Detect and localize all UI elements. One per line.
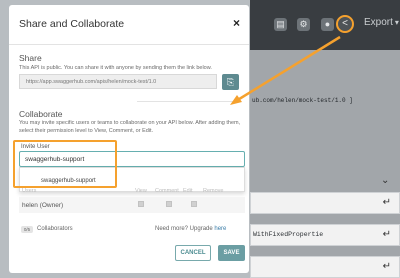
chevron-down-icon: ▾ bbox=[394, 18, 399, 27]
modal-title: Share and Collaborate bbox=[19, 18, 125, 30]
share-collaborate-modal: Share and Collaborate × Share This API i… bbox=[9, 5, 249, 273]
return-icon[interactable]: ↵ bbox=[383, 261, 391, 272]
save-button[interactable]: SAVE bbox=[218, 245, 245, 261]
export-label: Export bbox=[364, 17, 393, 28]
upgrade-text: Need more? Upgrade here bbox=[155, 226, 226, 232]
operation-panel: ↵ bbox=[250, 192, 400, 214]
column-header-users: Users bbox=[22, 188, 37, 194]
operation-panel: WithFixedPropertie ↵ bbox=[250, 224, 400, 246]
share-heading: Share bbox=[19, 53, 42, 63]
view-checkbox[interactable] bbox=[138, 201, 144, 207]
panel-text: WithFixedPropertie bbox=[253, 231, 324, 238]
collaborate-heading: Collaborate bbox=[19, 109, 63, 119]
settings-icon[interactable]: ⚙ bbox=[297, 18, 310, 31]
share-description: This API is public. You can share it wit… bbox=[19, 65, 212, 71]
upgrade-prefix: Need more? Upgrade bbox=[155, 226, 215, 232]
collaborator-count-badge: 0/5 bbox=[21, 226, 33, 233]
return-icon[interactable]: ↵ bbox=[383, 229, 391, 240]
column-header-comment: Comment bbox=[155, 188, 179, 194]
operation-panel: ↵ bbox=[250, 256, 400, 278]
invite-highlight-box bbox=[13, 140, 117, 188]
divider bbox=[9, 44, 249, 45]
comment-checkbox[interactable] bbox=[166, 201, 172, 207]
member-name: helen (Owner) bbox=[22, 202, 64, 209]
close-icon[interactable]: × bbox=[233, 16, 240, 30]
share-icon[interactable]: < bbox=[336, 15, 354, 33]
code-line: ub.com/helen/mock-test/1.0 ] bbox=[252, 97, 353, 104]
collaborators-label: Collaborators bbox=[37, 226, 73, 232]
chevron-down-icon[interactable]: ⌄ bbox=[381, 175, 389, 186]
divider bbox=[137, 101, 239, 102]
export-menu[interactable]: Export ▾ bbox=[364, 17, 399, 28]
column-header-view: View bbox=[135, 188, 147, 194]
collaborate-description: You may invite specific users or teams t… bbox=[19, 120, 241, 134]
copy-icon: ⎘ bbox=[226, 77, 235, 87]
copy-link-button[interactable]: ⎘ bbox=[222, 74, 239, 90]
document-icon[interactable]: ▤ bbox=[274, 18, 287, 31]
edit-checkbox[interactable] bbox=[191, 201, 197, 207]
cancel-button[interactable]: CANCEL bbox=[175, 245, 211, 261]
return-icon[interactable]: ↵ bbox=[383, 197, 391, 208]
column-header-edit: Edit bbox=[183, 188, 193, 194]
upgrade-link[interactable]: here bbox=[214, 226, 226, 232]
user-icon[interactable]: ● bbox=[321, 18, 334, 31]
share-link-field[interactable]: https://app.swaggerhub.com/apis/helen/mo… bbox=[19, 74, 217, 89]
column-header-remove: Remove bbox=[203, 188, 224, 194]
